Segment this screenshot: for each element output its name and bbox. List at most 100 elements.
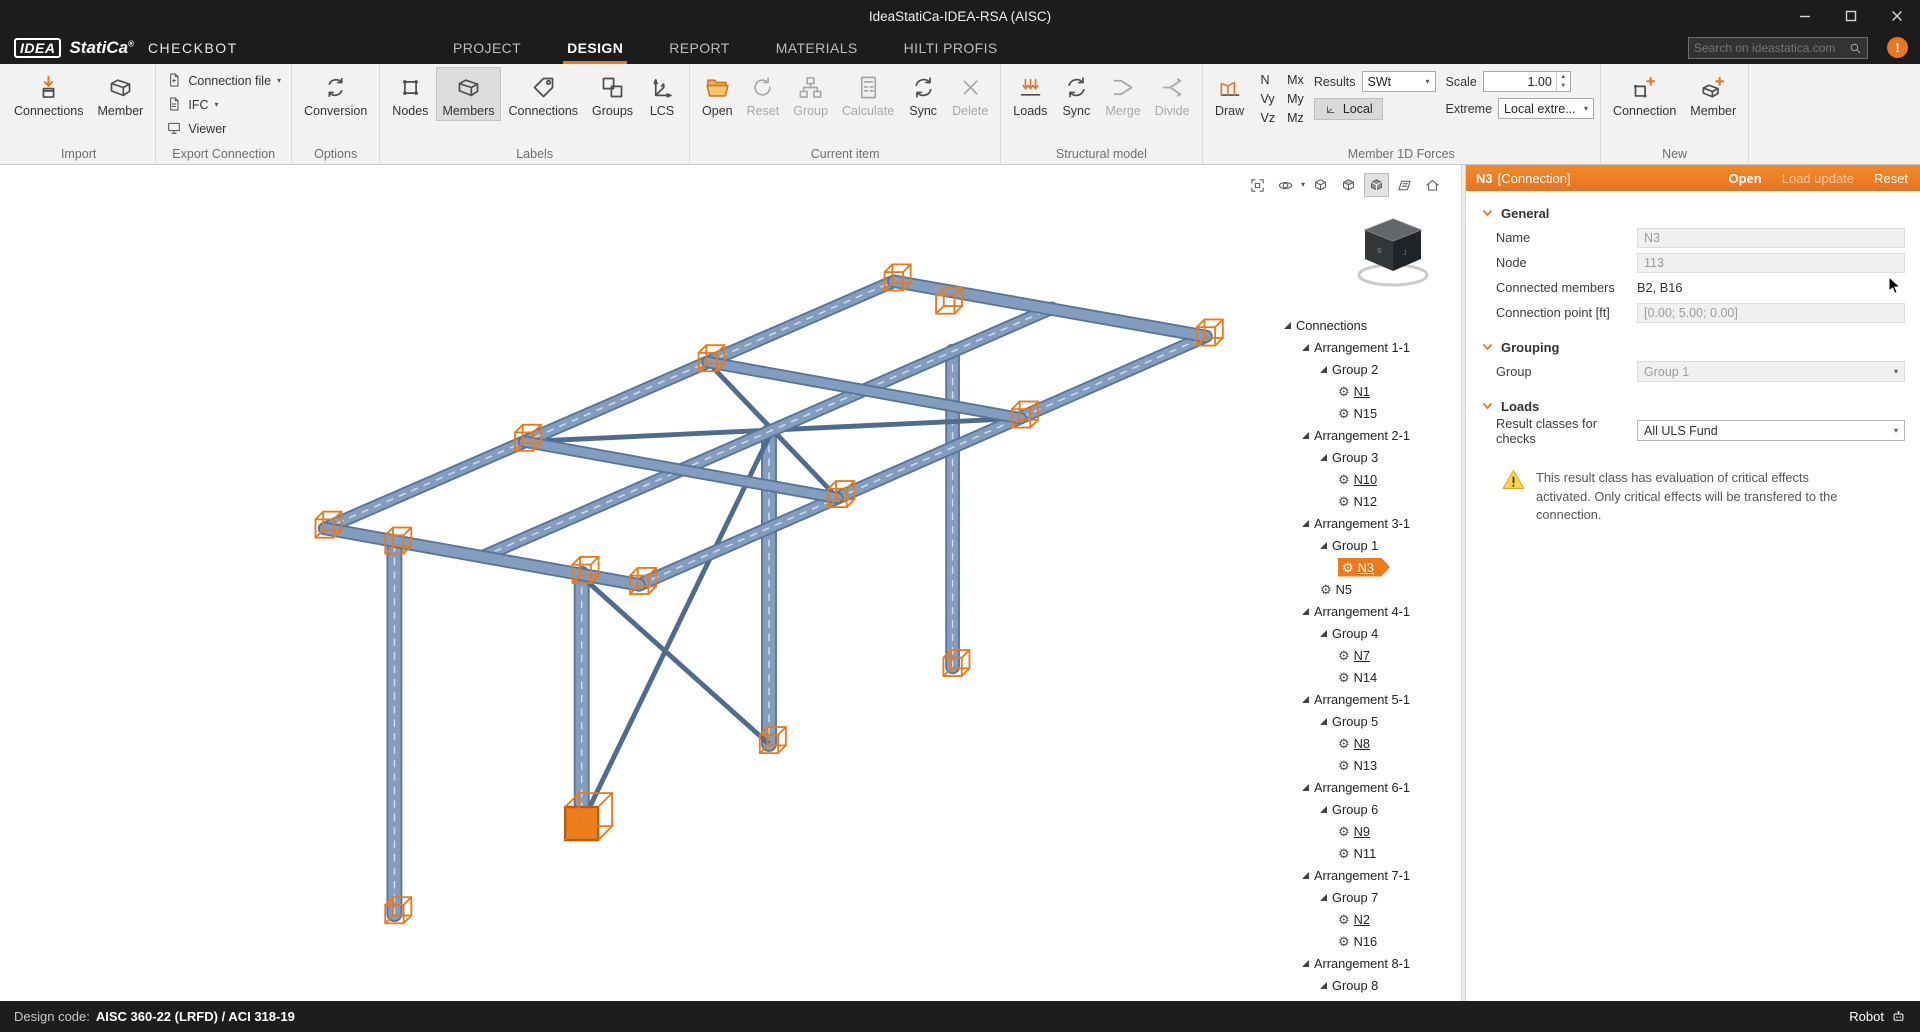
ribbon-button-member[interactable]: Member bbox=[92, 67, 150, 121]
maximize-button[interactable] bbox=[1828, 0, 1874, 32]
tree-item-arrangement-2-1[interactable]: Arrangement 2-1 bbox=[1280, 424, 1460, 446]
expander-icon[interactable] bbox=[1302, 344, 1309, 351]
nav-tab-report[interactable]: REPORT bbox=[669, 32, 730, 64]
expander-icon[interactable] bbox=[1284, 322, 1291, 329]
nav-tab-project[interactable]: PROJECT bbox=[453, 32, 521, 64]
search-input[interactable] bbox=[1694, 41, 1849, 55]
ribbon-menuitem-viewer[interactable]: Viewer bbox=[162, 117, 285, 141]
tree-item-group-2[interactable]: Group 2 bbox=[1280, 358, 1460, 380]
tree-item-n9[interactable]: ⚙N9 bbox=[1280, 820, 1460, 842]
ribbon-button-connections[interactable]: Connections bbox=[8, 67, 90, 121]
expander-icon[interactable] bbox=[1302, 520, 1309, 527]
tree-item-n15[interactable]: ⚙N15 bbox=[1280, 402, 1460, 424]
scale-input[interactable]: 1.00▲▼ bbox=[1483, 71, 1571, 92]
extreme-select[interactable]: Local extre...▾ bbox=[1498, 98, 1594, 119]
force-toggle-mx[interactable]: Mx bbox=[1287, 73, 1304, 87]
expander-icon[interactable] bbox=[1320, 454, 1327, 461]
expander-icon[interactable] bbox=[1320, 542, 1327, 549]
force-toggle-vy[interactable]: Vy bbox=[1261, 92, 1276, 106]
force-toggle-mz[interactable]: Mz bbox=[1287, 111, 1304, 125]
force-toggle-my[interactable]: My bbox=[1287, 92, 1304, 106]
zoom-fit-button[interactable] bbox=[1245, 173, 1270, 197]
expander-icon[interactable] bbox=[1320, 630, 1327, 637]
minimize-button[interactable] bbox=[1782, 0, 1828, 32]
ribbon-button-sync[interactable]: Sync bbox=[1055, 67, 1097, 121]
home-view-button[interactable] bbox=[1420, 173, 1445, 197]
expander-icon[interactable] bbox=[1320, 806, 1327, 813]
search-icon[interactable] bbox=[1849, 42, 1862, 55]
nav-tab-design[interactable]: DESIGN bbox=[567, 32, 623, 64]
close-button[interactable] bbox=[1874, 0, 1920, 32]
result-classes-for-checks-select[interactable]: All ULS Fund▾ bbox=[1637, 420, 1905, 441]
tree-item-n11[interactable]: ⚙N11 bbox=[1280, 842, 1460, 864]
nav-tab-materials[interactable]: MATERIALS bbox=[776, 32, 858, 64]
info-button[interactable]: ! bbox=[1887, 37, 1908, 58]
ribbon-button-sync[interactable]: Sync bbox=[902, 67, 944, 121]
expander-icon[interactable] bbox=[1302, 696, 1309, 703]
section-view-button[interactable] bbox=[1392, 173, 1417, 197]
section-header-loads[interactable]: Loads bbox=[1466, 394, 1920, 418]
tree-item-n8[interactable]: ⚙N8 bbox=[1280, 732, 1460, 754]
ribbon-button-conversion[interactable]: Conversion bbox=[298, 67, 373, 121]
tree-item-arrangement-5-1[interactable]: Arrangement 5-1 bbox=[1280, 688, 1460, 710]
tree-item-group-3[interactable]: Group 3 bbox=[1280, 446, 1460, 468]
local-toggle[interactable]: Local bbox=[1314, 98, 1383, 120]
ribbon-menuitem-ifc[interactable]: IFC▾ bbox=[162, 93, 285, 117]
orbit-button[interactable] bbox=[1273, 173, 1298, 197]
tree-item-group-4[interactable]: Group 4 bbox=[1280, 622, 1460, 644]
tree-item-n1[interactable]: ⚙N1 bbox=[1280, 380, 1460, 402]
tree-item-n7[interactable]: ⚙N7 bbox=[1280, 644, 1460, 666]
expander-icon[interactable] bbox=[1320, 718, 1327, 725]
tree-item-group-6[interactable]: Group 6 bbox=[1280, 798, 1460, 820]
ribbon-button-lcs[interactable]: LCS bbox=[641, 67, 683, 121]
tree-item-arrangement-6-1[interactable]: Arrangement 6-1 bbox=[1280, 776, 1460, 798]
tree-item-group-5[interactable]: Group 5 bbox=[1280, 710, 1460, 732]
tree-item-n14[interactable]: ⚙N14 bbox=[1280, 666, 1460, 688]
tree-item-n16[interactable]: ⚙N16 bbox=[1280, 930, 1460, 952]
expander-icon[interactable] bbox=[1302, 960, 1309, 967]
force-toggle-n[interactable]: N bbox=[1261, 73, 1276, 87]
ribbon-menuitem-connection-file[interactable]: Connection file▾ bbox=[162, 69, 285, 93]
scale-spin-down[interactable]: ▼ bbox=[1557, 82, 1570, 92]
tree-item-arrangement-7-1[interactable]: Arrangement 7-1 bbox=[1280, 864, 1460, 886]
section-header-general[interactable]: General bbox=[1466, 201, 1920, 225]
model-3d-view[interactable] bbox=[0, 165, 1461, 1001]
results-select[interactable]: SWt▾ bbox=[1362, 71, 1436, 92]
axon-view-1-button[interactable] bbox=[1308, 173, 1333, 197]
tree-item-connections[interactable]: Connections bbox=[1280, 314, 1460, 336]
navigation-cube[interactable]: S J bbox=[1353, 213, 1439, 296]
reset-button[interactable]: Reset bbox=[1874, 171, 1908, 186]
tree-item-arrangement-1-1[interactable]: Arrangement 1-1 bbox=[1280, 336, 1460, 358]
tree-item-group-7[interactable]: Group 7 bbox=[1280, 886, 1460, 908]
expander-icon[interactable] bbox=[1320, 982, 1327, 989]
tree-item-n12[interactable]: ⚙N12 bbox=[1280, 490, 1460, 512]
ribbon-button-open[interactable]: Open bbox=[696, 67, 739, 121]
axon-view-2-button[interactable] bbox=[1336, 173, 1361, 197]
ribbon-button-connection[interactable]: Connection bbox=[1607, 67, 1682, 121]
expander-icon[interactable] bbox=[1302, 784, 1309, 791]
ribbon-button-members[interactable]: Members bbox=[436, 67, 500, 121]
tree-item-n13[interactable]: ⚙N13 bbox=[1280, 754, 1460, 776]
tree-item-n3[interactable]: ⚙N3 bbox=[1280, 556, 1460, 578]
tree-item-group-1[interactable]: Group 1 bbox=[1280, 534, 1460, 556]
expander-icon[interactable] bbox=[1302, 872, 1309, 879]
ribbon-button-draw[interactable]: Draw bbox=[1209, 67, 1251, 121]
solid-view-button[interactable] bbox=[1364, 173, 1389, 197]
tree-item-n5[interactable]: ⚙N5 bbox=[1280, 578, 1460, 600]
nav-tab-hilti-profis[interactable]: HILTI PROFIS bbox=[904, 32, 998, 64]
ribbon-button-groups[interactable]: Groups bbox=[586, 67, 639, 121]
tree-item-arrangement-3-1[interactable]: Arrangement 3-1 bbox=[1280, 512, 1460, 534]
expander-icon[interactable] bbox=[1302, 608, 1309, 615]
model-viewport[interactable]: ▾ S J ConnectionsArrangement 1-1Group 2⚙… bbox=[0, 165, 1461, 1001]
ribbon-button-member[interactable]: Member bbox=[1684, 67, 1742, 121]
expander-icon[interactable] bbox=[1302, 432, 1309, 439]
force-toggle-vz[interactable]: Vz bbox=[1261, 111, 1276, 125]
scale-spin-up[interactable]: ▲ bbox=[1557, 72, 1570, 82]
chevron-down-icon[interactable]: ▾ bbox=[1301, 181, 1305, 189]
open-button[interactable]: Open bbox=[1729, 171, 1762, 186]
expander-icon[interactable] bbox=[1320, 366, 1327, 373]
tree-item-n2[interactable]: ⚙N2 bbox=[1280, 908, 1460, 930]
expander-icon[interactable] bbox=[1320, 894, 1327, 901]
tree-item-group-8[interactable]: Group 8 bbox=[1280, 974, 1460, 996]
ribbon-button-connections[interactable]: Connections bbox=[503, 67, 585, 121]
